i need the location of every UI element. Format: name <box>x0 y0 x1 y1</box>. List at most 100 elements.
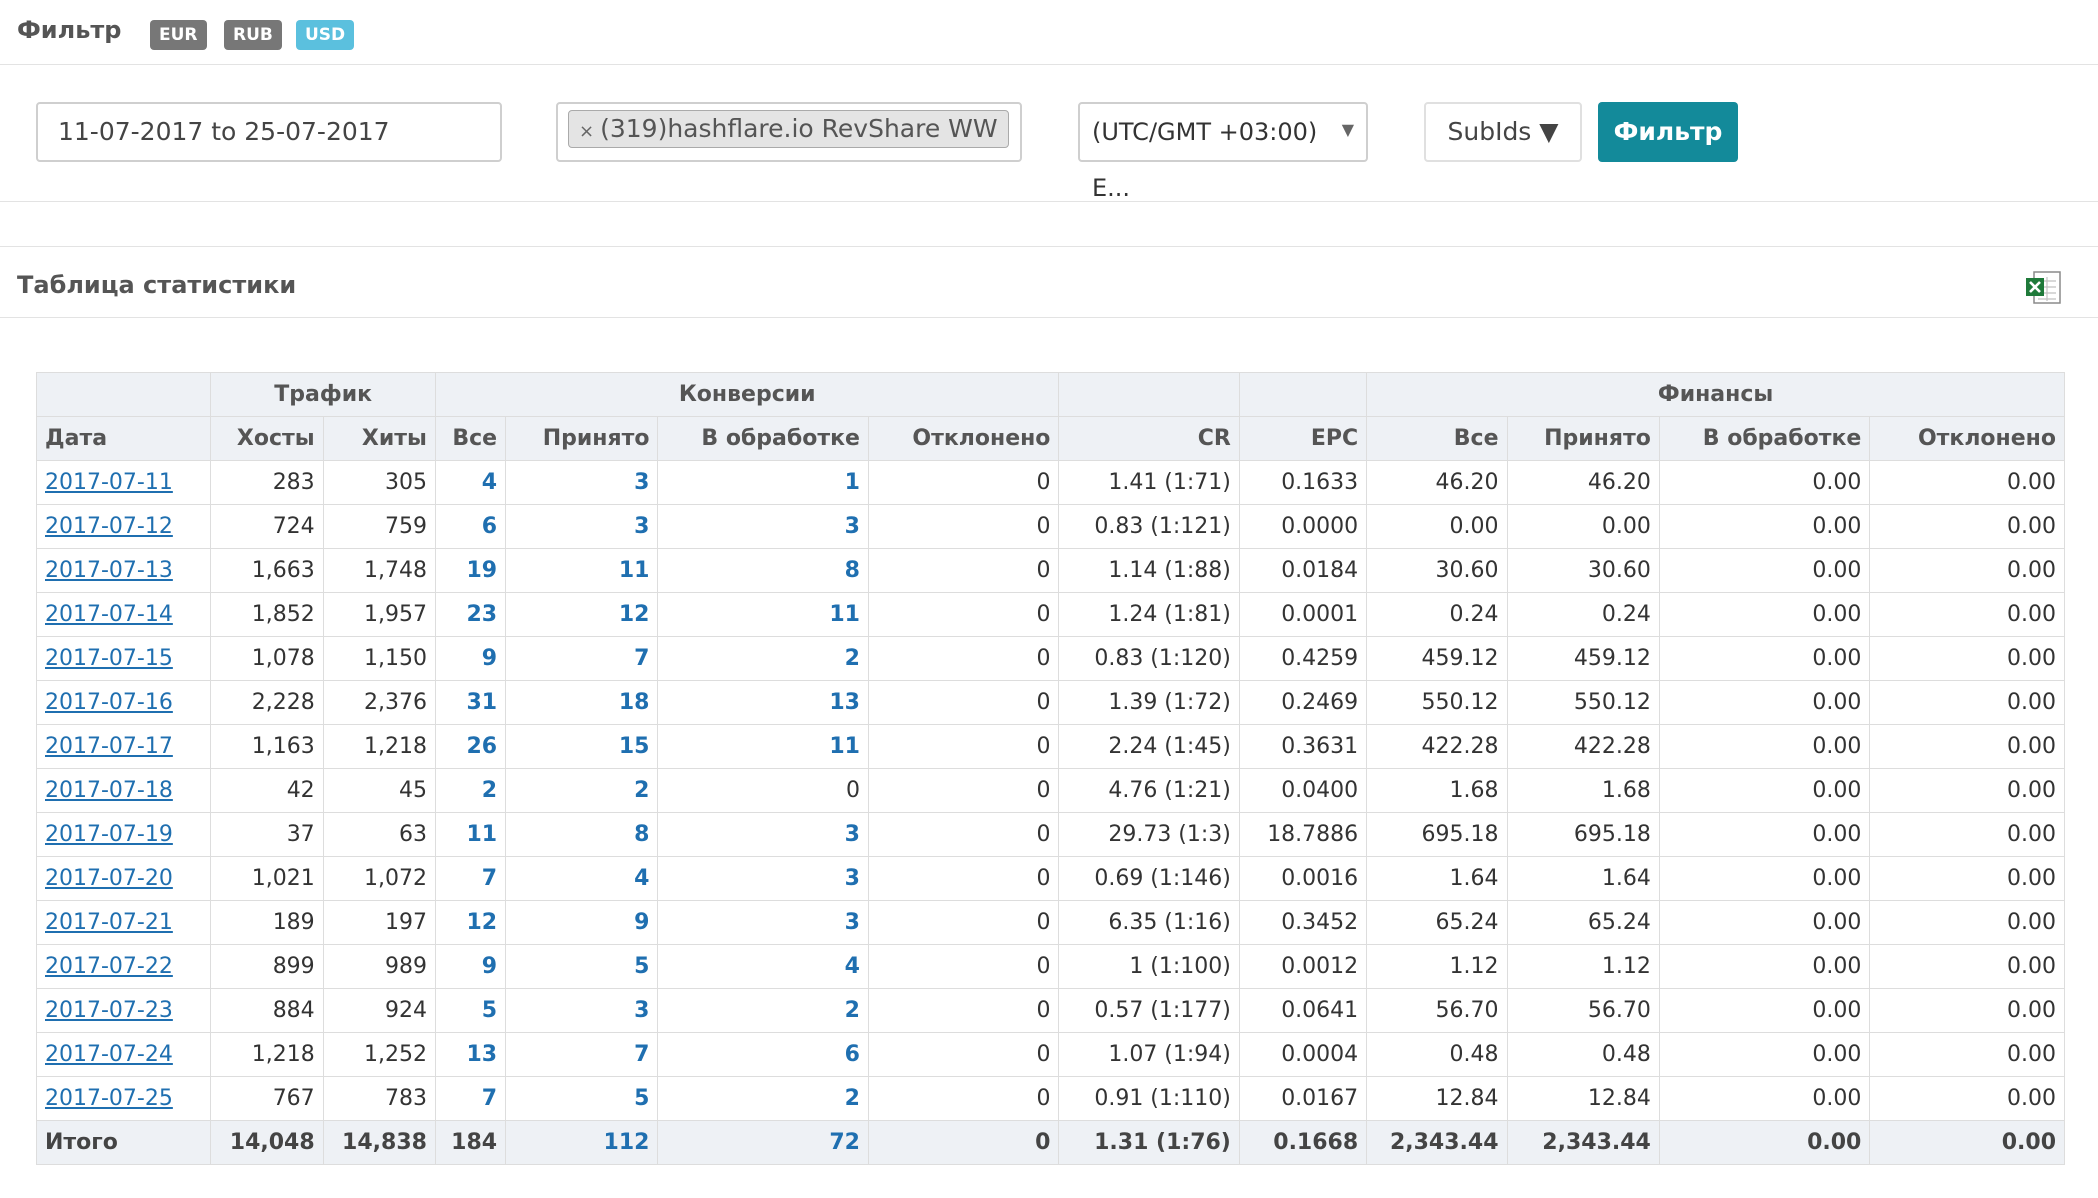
cell-conv-all[interactable]: 6 <box>434 504 507 549</box>
date-link[interactable]: 2017-07-22 <box>45 954 173 979</box>
cell-conv-processing[interactable]: 1 <box>657 460 869 505</box>
cell-conv-processing[interactable]: 13 <box>657 680 869 725</box>
cell-conv-all[interactable]: 9 <box>434 944 507 989</box>
col-epc[interactable]: EPC <box>1238 416 1368 461</box>
cell-conv-all[interactable]: 5 <box>434 988 507 1033</box>
cell-cr: 1.24 (1:81) <box>1058 592 1240 637</box>
cell-fin-accepted: 65.24 <box>1506 900 1660 945</box>
date-link[interactable]: 2017-07-20 <box>45 866 173 891</box>
col-cr[interactable]: CR <box>1058 416 1240 461</box>
col-hits[interactable]: Хиты <box>322 416 436 461</box>
cell-conv-all[interactable]: 9 <box>434 636 507 681</box>
cell-epc: 0.0167 <box>1238 1076 1368 1121</box>
cell-conv-accepted[interactable]: 15 <box>505 724 659 769</box>
cell-fin-processing: 0.00 <box>1658 856 1871 901</box>
date-link[interactable]: 2017-07-21 <box>45 910 173 935</box>
cell-conv-accepted[interactable]: 7 <box>505 1032 659 1077</box>
cell-conv-accepted[interactable]: 4 <box>505 856 659 901</box>
date-link[interactable]: 2017-07-25 <box>45 1086 173 1111</box>
cell-conv-accepted[interactable]: 8 <box>505 812 659 857</box>
cell-conv-accepted[interactable]: 7 <box>505 636 659 681</box>
cell-conv-processing[interactable]: 6 <box>657 1032 869 1077</box>
remove-tag-icon[interactable]: × <box>579 121 594 142</box>
col-conv-accepted[interactable]: Принято <box>505 416 659 461</box>
date-link[interactable]: 2017-07-13 <box>45 558 173 583</box>
cell-hosts: 189 <box>210 900 324 945</box>
col-fin-rejected[interactable]: Отклонено <box>1869 416 2065 461</box>
date-link[interactable]: 2017-07-23 <box>45 998 173 1023</box>
date-link[interactable]: 2017-07-24 <box>45 1042 173 1067</box>
cell-conv-all[interactable]: 26 <box>434 724 507 769</box>
stats-title: Таблица статистики <box>17 271 297 299</box>
col-date[interactable]: Дата <box>35 416 212 461</box>
cell-conv-all[interactable]: 7 <box>434 856 507 901</box>
cell-conv-all[interactable]: 13 <box>434 1032 507 1077</box>
cell-conv-accepted[interactable]: 5 <box>505 944 659 989</box>
cell-conv-all[interactable]: 7 <box>434 1076 507 1121</box>
cell-fin-accepted: 30.60 <box>1506 548 1660 593</box>
cell-conv-accepted[interactable]: 3 <box>505 460 659 505</box>
cell-fin-rejected: 0.00 <box>1869 460 2065 505</box>
col-fin-accepted[interactable]: Принято <box>1506 416 1660 461</box>
cell-fin-processing: 0.00 <box>1658 724 1871 769</box>
col-conv-rejected[interactable]: Отклонено <box>867 416 1060 461</box>
date-link[interactable]: 2017-07-12 <box>45 514 173 539</box>
date-link[interactable]: 2017-07-17 <box>45 734 173 759</box>
cell-hosts: 1,078 <box>210 636 324 681</box>
cell-date: 2017-07-17 <box>35 724 212 769</box>
cell-conv-processing[interactable]: 11 <box>657 724 869 769</box>
cell-conv-accepted[interactable]: 9 <box>505 900 659 945</box>
cell-hosts: 42 <box>210 768 324 813</box>
cell-conv-accepted[interactable]: 18 <box>505 680 659 725</box>
cell-conv-processing[interactable]: 2 <box>657 988 869 1033</box>
cell-conv-accepted[interactable]: 5 <box>505 1076 659 1121</box>
cell-conv-processing[interactable]: 3 <box>657 900 869 945</box>
cell-conv-accepted[interactable]: 11 <box>505 548 659 593</box>
cell-conv-all[interactable]: 12 <box>434 900 507 945</box>
cell-conv-all[interactable]: 19 <box>434 548 507 593</box>
date-link[interactable]: 2017-07-15 <box>45 646 173 671</box>
date-link[interactable]: 2017-07-11 <box>45 470 173 495</box>
cell-conv-processing[interactable]: 3 <box>657 812 869 857</box>
cell-conv-processing[interactable]: 8 <box>657 548 869 593</box>
currency-usd-button[interactable]: USD <box>296 20 355 50</box>
cell-conv-all[interactable]: 31 <box>434 680 507 725</box>
cell-conv-accepted[interactable]: 3 <box>505 988 659 1033</box>
cell-conv-all[interactable]: 11 <box>434 812 507 857</box>
cell-fin-processing: 0.00 <box>1658 1032 1871 1077</box>
cell-cr: 6.35 (1:16) <box>1058 900 1240 945</box>
date-link[interactable]: 2017-07-19 <box>45 822 173 847</box>
date-link[interactable]: 2017-07-18 <box>45 778 173 803</box>
col-hosts[interactable]: Хосты <box>210 416 324 461</box>
subids-button[interactable]: SubIds ▼ <box>1424 102 1582 162</box>
table-group-header-row: Трафик Конверсии Финансы <box>35 372 2065 417</box>
cell-conv-processing[interactable]: 3 <box>657 856 869 901</box>
cell-conv-processing[interactable]: 11 <box>657 592 869 637</box>
table-row: 2017-07-12 724 759 6 3 3 0 0.83 (1:121) 0.0000 0.… <box>35 504 2065 549</box>
col-fin-processing[interactable]: В обработке <box>1658 416 1871 461</box>
cell-conv-accepted[interactable]: 2 <box>505 768 659 813</box>
col-conv-processing[interactable]: В обработке <box>657 416 869 461</box>
col-fin-all[interactable]: Все <box>1366 416 1508 461</box>
cell-conv-processing[interactable]: 2 <box>657 636 869 681</box>
total-cell: 184 <box>434 1120 507 1165</box>
currency-eur-button[interactable]: EUR <box>150 20 207 50</box>
timezone-select[interactable]: (UTC/GMT +03:00) E... ▼ <box>1078 102 1368 202</box>
cell-conv-all[interactable]: 4 <box>434 460 507 505</box>
cell-conv-all[interactable]: 2 <box>434 768 507 813</box>
cell-conv-processing[interactable]: 3 <box>657 504 869 549</box>
filter-button[interactable]: Фильтр <box>1598 102 1738 162</box>
cell-conv-accepted[interactable]: 12 <box>505 592 659 637</box>
cell-conv-all[interactable]: 23 <box>434 592 507 637</box>
cell-conv-processing[interactable]: 2 <box>657 1076 869 1121</box>
offer-select[interactable]: × (319)hashflare.io RevShare WW <box>556 102 1022 162</box>
col-conv-all[interactable]: Все <box>434 416 507 461</box>
date-link[interactable]: 2017-07-16 <box>45 690 173 715</box>
cell-fin-rejected: 0.00 <box>1869 636 2065 681</box>
cell-conv-processing[interactable]: 4 <box>657 944 869 989</box>
currency-rub-button[interactable]: RUB <box>224 20 282 50</box>
date-link[interactable]: 2017-07-14 <box>45 602 173 627</box>
date-range-input[interactable]: 11-07-2017 to 25-07-2017 <box>36 102 502 162</box>
excel-icon[interactable] <box>2024 269 2062 305</box>
cell-conv-accepted[interactable]: 3 <box>505 504 659 549</box>
